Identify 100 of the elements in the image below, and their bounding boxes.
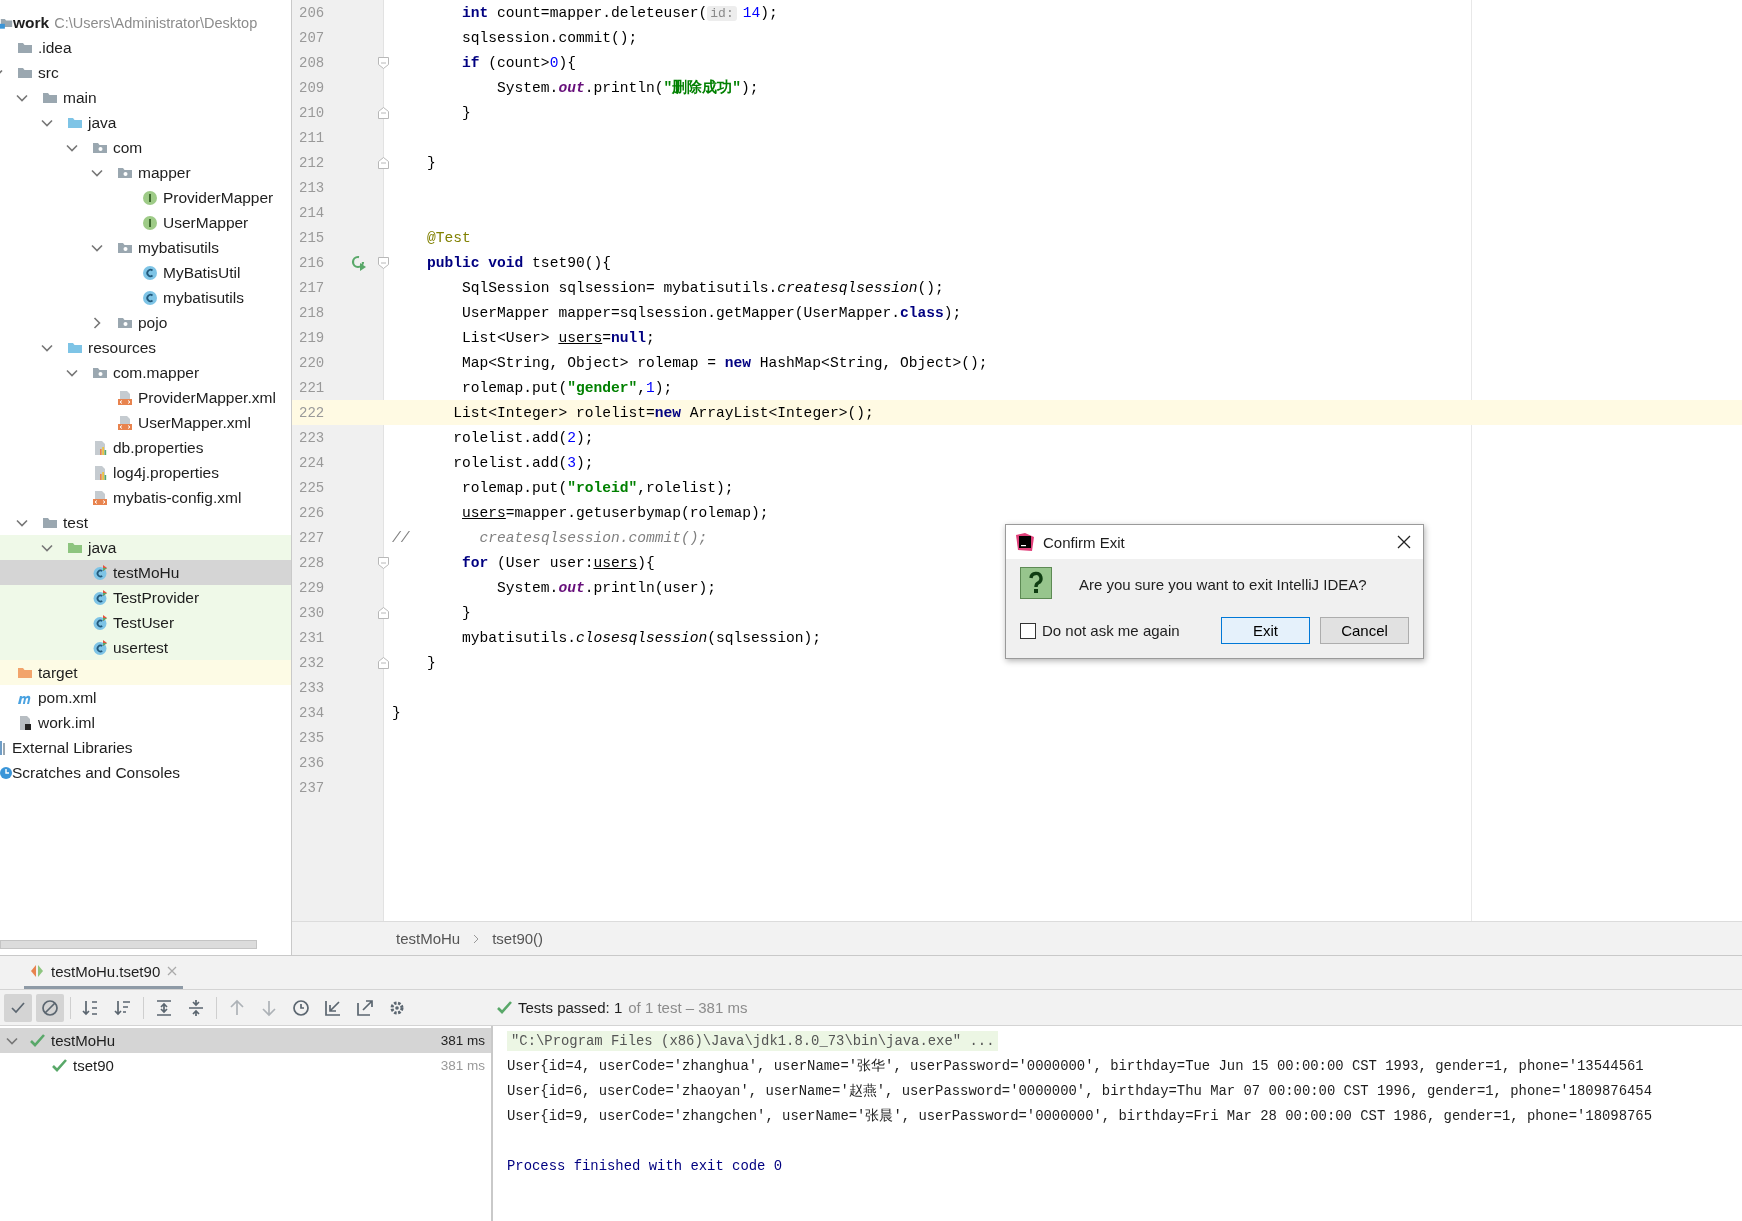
tree-label[interactable]: mybatisutils [163,288,244,307]
checkbox-label: Do not ask me again [1042,622,1180,639]
code-line: List<Integer> rolelist=new ArrayList<Integer>(); [452,404,874,421]
collapse-all-icon [187,998,205,1017]
fold-marker-icon[interactable] [377,556,389,569]
tab-label: testMoHu.tset90 [51,962,161,980]
toolbar-button[interactable] [4,993,32,1022]
test-class-icon [92,614,108,631]
line-number: 226 [298,504,326,521]
tree-row[interactable]: testMoHu [0,560,291,585]
breadcrumb[interactable]: testMoHu [396,930,461,947]
selected-row[interactable]: testMoHu 381 ms [0,1028,491,1053]
code-line: Map<String, Object> rolemap = new HashMap<String, Object>(); [461,354,988,371]
tree-label[interactable]: .idea [38,38,72,57]
tree-label[interactable]: test [63,513,88,532]
dialog-button[interactable]: Cancel [1320,617,1409,644]
line-number: 237 [298,779,326,796]
tree-label[interactable]: src [38,63,59,82]
class-icon [142,264,158,281]
app-logo-icon [1016,533,1034,551]
fold-marker-icon[interactable] [377,156,389,169]
tree-label[interactable]: work.iml [38,713,95,732]
tree-row[interactable]: TestProvider [0,585,291,610]
line-number: 219 [298,329,326,346]
tree-label[interactable]: target [38,663,78,682]
tree-row[interactable]: TestUser [0,610,291,635]
line-number: 228 [298,554,326,571]
tree-label[interactable]: mapper [138,163,191,182]
tree-label[interactable]: UserMapper.xml [138,413,251,432]
tree-row[interactable]: usertest [0,635,291,660]
clock-icon [0,766,12,779]
xml-file-icon [92,489,108,506]
check-icon [497,1001,512,1014]
test-name[interactable]: tset90 [73,1057,114,1074]
tree-label[interactable]: com.mapper [113,363,200,382]
question-icon [1020,567,1054,601]
code-line: System.out.println(user); [496,579,717,596]
dialog-button[interactable]: Exit [1221,617,1310,644]
fold-marker-icon[interactable] [377,106,389,119]
line-number: 208 [298,54,326,71]
line-number: 233 [298,679,326,696]
code-line: } [461,604,471,621]
line-number: 230 [298,604,326,621]
code-line: } [426,654,436,671]
console-line: User{id=9, userCode='zhangchen', userName='张晨', userPassword='0000000', birthday=Fri Mar 28 00:00:00 CST 1986, gender=1, phone='18098765 [507,1106,1652,1125]
tree-row[interactable]: java [0,535,291,560]
console-line: User{id=6, userCode='zhaoyan', userName='赵燕', userPassword='0000000', birthday=Thu Mar 07 00:00:00 CST 1996, gender=1, phone='1809876454 [507,1081,1652,1100]
code-line: sqlsession.commit(); [461,29,638,46]
tree-label[interactable]: TestUser [113,613,175,632]
test-class-icon [92,564,108,581]
tree-label[interactable]: db.properties [113,438,204,457]
tree-label[interactable]: pom.xml [38,688,97,707]
breadcrumb[interactable]: tset90() [492,930,544,947]
checkbox[interactable] [1020,622,1036,639]
tree-label[interactable]: UserMapper [163,213,249,232]
tree-label[interactable]: log4j.properties [113,463,219,482]
tree-label[interactable]: mybatis-config.xml [113,488,242,507]
fold-marker-icon[interactable] [377,656,389,669]
fold-marker-icon[interactable] [377,256,389,269]
code-line: public void tset90(){ [426,254,611,271]
tree-label[interactable]: External Libraries [12,738,133,757]
console-line: Process finished with exit code 0 [507,1157,783,1174]
line-number: 214 [298,204,326,221]
tree-label[interactable]: main [63,88,97,107]
tree-label[interactable]: resources [88,338,157,357]
test-class-icon [92,589,108,606]
tree-label[interactable]: pojo [138,313,168,332]
tree-label[interactable]: mybatisutils [138,238,219,257]
code-line: mybatisutils.closesqlsession(sqlsession); [461,629,822,646]
line-number: 223 [298,429,326,446]
chevron-right-icon[interactable] [91,316,103,329]
xml-file-icon [117,389,133,406]
run-test-icon[interactable] [350,254,367,271]
line-number: 231 [298,629,326,646]
tree-label[interactable]: TestProvider [113,588,200,607]
tree-label[interactable]: ProviderMapper.xml [138,388,276,407]
tree-label[interactable]: testMoHu [113,563,180,582]
toolbar-button[interactable] [36,993,64,1022]
console-line: User{id=4, userCode='zhanghua', userName='张华', userPassword='0000000', birthday=Tue Jun 15 00:00:00 CST 1993, gender=1, phone='13544561 [507,1056,1644,1075]
tree-label[interactable]: com [113,138,143,157]
tree-label[interactable]: java [88,538,117,557]
tree-label[interactable]: Scratches and Consoles [12,763,180,782]
line-number: 213 [298,179,326,196]
fold-marker-icon[interactable] [377,56,389,69]
tree-label[interactable]: java [88,113,117,132]
code-line: @Test [426,229,471,246]
fold-marker-icon[interactable] [377,606,389,619]
test-name[interactable]: testMoHu [51,1032,116,1049]
tree-label[interactable]: work [13,13,50,32]
tree-label[interactable]: MyBatisUtil [163,263,241,282]
tree-label[interactable]: ProviderMapper [163,188,274,207]
history-icon [292,998,310,1017]
tree-label[interactable]: usertest [113,638,169,657]
test-run-icon [30,964,44,978]
close-icon[interactable] [1397,535,1411,549]
tree-row[interactable]: target [0,660,291,685]
code-line: // createsqlsession.commit(); [391,529,708,546]
scrollbar[interactable] [0,940,257,949]
line-number: 222 [298,404,326,421]
line-number: 210 [298,104,326,121]
